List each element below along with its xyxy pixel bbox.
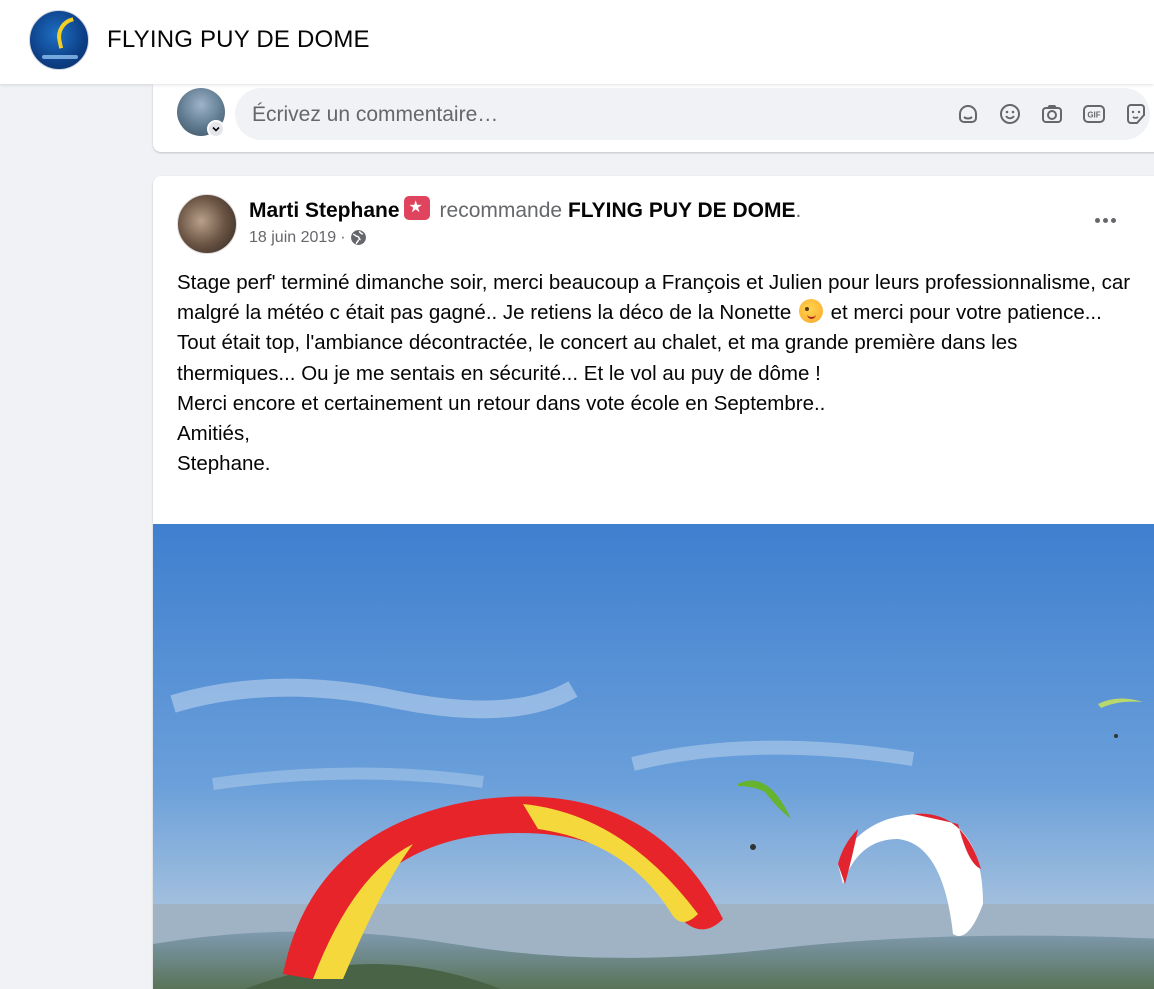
svg-text:GIF: GIF — [1087, 111, 1100, 120]
camera-icon[interactable] — [1038, 100, 1066, 128]
post-body: Stage perf' terminé dimanche soir, merci… — [177, 268, 1139, 479]
comment-tools: GIF — [954, 100, 1150, 128]
meta-separator: · — [340, 229, 346, 246]
page-title[interactable]: FLYING PUY DE DOME — [107, 26, 370, 54]
comment-placeholder: Écrivez un commentaire… — [252, 103, 499, 126]
post-line-5: Stephane. — [177, 452, 271, 476]
chevron-down-icon[interactable] — [207, 120, 225, 138]
emoji-icon[interactable] — [996, 100, 1024, 128]
post-meta: 18 juin 2019 · — [249, 229, 368, 247]
globe-icon — [350, 229, 368, 247]
post-line-4: Amitiés, — [177, 422, 250, 446]
post-header: Marti Stephane recommande FLYING PUY DE D… — [249, 196, 801, 223]
wink-emoji-icon — [798, 299, 823, 324]
post-date[interactable]: 18 juin 2019 — [249, 229, 336, 247]
avatar-sticker-icon[interactable] — [1122, 100, 1150, 128]
post-line-3: Merci encore et certainement un retour d… — [177, 391, 826, 415]
post-line-1-end: et merci pour votre patience... — [824, 301, 1102, 325]
post-line-2: Tout était top, l'ambiance décontractée,… — [177, 331, 1018, 385]
author-name[interactable]: Marti Stephane — [249, 199, 400, 222]
sticker-icon[interactable] — [954, 100, 982, 128]
recommends-label: recommande — [439, 199, 563, 222]
gif-icon[interactable]: GIF — [1080, 100, 1108, 128]
recommend-badge-icon — [403, 196, 430, 220]
comment-composer-card: Écrivez un commentaire… GIF — [153, 84, 1154, 152]
comment-input[interactable]: Écrivez un commentaire… GIF — [235, 88, 1150, 140]
author-avatar[interactable] — [177, 194, 237, 254]
page-logo[interactable] — [29, 10, 89, 70]
recommendation-post: Marti Stephane recommande FLYING PUY DE D… — [153, 176, 1154, 989]
page-header: FLYING PUY DE DOME — [0, 0, 1154, 84]
more-options-button[interactable] — [1087, 206, 1123, 234]
post-photo[interactable] — [153, 524, 1154, 989]
recommended-page-link[interactable]: FLYING PUY DE DOME — [568, 199, 796, 222]
